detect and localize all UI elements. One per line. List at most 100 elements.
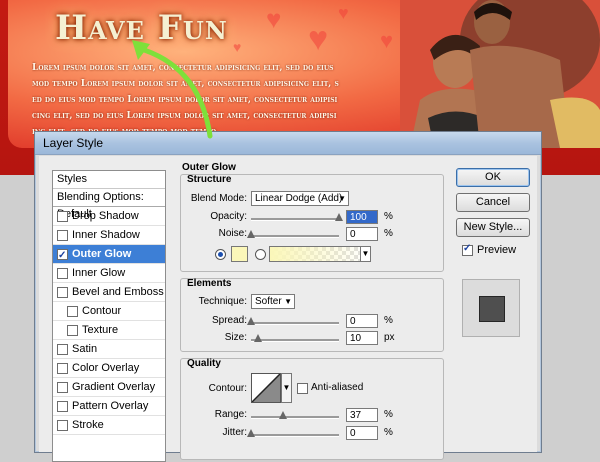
opacity-input[interactable]: 100 [346, 210, 378, 224]
heart-icon: ♥ [233, 39, 242, 55]
styles-list: Styles Blending Options: Default Drop Sh… [52, 170, 166, 462]
cancel-button[interactable]: Cancel [456, 193, 530, 212]
opacity-label: Opacity: [210, 211, 247, 222]
noise-slider[interactable] [247, 230, 339, 238]
jitter-label: Jitter: [222, 427, 247, 438]
couple-photo [400, 0, 600, 148]
jitter-input[interactable]: 0 [346, 426, 378, 440]
preview-thumbnail [462, 279, 520, 337]
size-slider[interactable] [251, 334, 339, 342]
preview-toggle[interactable]: Preview [462, 243, 517, 256]
style-checkbox[interactable] [57, 343, 68, 355]
size-label: Size: [224, 332, 247, 343]
style-checkbox[interactable] [57, 381, 68, 393]
chevron-down-icon: ▼ [284, 297, 292, 306]
anti-aliased-checkbox[interactable] [297, 383, 308, 394]
style-checkbox[interactable] [57, 229, 68, 241]
heart-icon: ♥ [266, 4, 282, 34]
style-item-gradient-overlay[interactable]: Gradient Overlay [53, 378, 165, 397]
panel-heading: Outer Glow [182, 162, 236, 173]
style-item-texture[interactable]: Texture [53, 321, 165, 340]
structure-title: Structure [187, 174, 232, 185]
style-item-label: Texture [82, 324, 119, 336]
style-item-outer-glow[interactable]: Outer Glow [53, 245, 165, 265]
opacity-unit: % [384, 211, 393, 222]
style-checkbox[interactable] [67, 305, 78, 317]
blend-mode-select[interactable]: Linear Dodge (Add) ▼ [251, 191, 349, 206]
glow-color-swatch[interactable] [231, 246, 248, 262]
technique-select[interactable]: Softer ▼ [251, 294, 295, 309]
style-item-label: Stroke [72, 419, 104, 431]
range-slider[interactable] [251, 411, 339, 419]
noise-slider-thumb[interactable] [247, 230, 255, 238]
style-item-label: Color Overlay [72, 362, 140, 374]
jitter-unit: % [384, 427, 393, 438]
spread-input[interactable]: 0 [346, 314, 378, 328]
dialog-body: Styles Blending Options: Default Drop Sh… [39, 156, 537, 462]
style-item-label: Inner Shadow [72, 229, 140, 241]
style-checkbox[interactable] [57, 362, 68, 374]
range-input[interactable]: 37 [346, 408, 378, 422]
style-checkbox[interactable] [57, 286, 68, 298]
preview-checkbox[interactable] [462, 243, 473, 256]
annotation-arrow-icon [132, 40, 213, 139]
style-checkbox[interactable] [57, 267, 68, 279]
chevron-down-icon[interactable]: ▼ [360, 247, 370, 261]
style-item-label: Outer Glow [72, 248, 132, 260]
ok-button[interactable]: OK [456, 168, 530, 187]
solid-color-radio[interactable] [215, 249, 226, 260]
style-checkbox[interactable] [57, 400, 68, 412]
style-item-bevel-and-emboss[interactable]: Bevel and Emboss [53, 283, 165, 302]
style-item-label: Gradient Overlay [72, 381, 156, 393]
opacity-slider-thumb[interactable] [335, 213, 343, 221]
spread-unit: % [384, 315, 393, 326]
style-checkbox[interactable] [57, 247, 68, 265]
range-unit: % [384, 409, 393, 420]
anti-aliased-label: Anti-aliased [311, 382, 364, 393]
dialog-title: Layer Style [43, 136, 104, 150]
chevron-down-icon[interactable]: ▼ [281, 373, 292, 403]
style-item-label: Drop Shadow [72, 210, 139, 222]
noise-input[interactable]: 0 [346, 227, 378, 241]
blending-options-item[interactable]: Blending Options: Default [53, 189, 165, 220]
technique-label: Technique: [198, 296, 247, 307]
spread-slider[interactable] [247, 317, 339, 325]
style-item-label: Pattern Overlay [72, 400, 149, 412]
preview-swatch [479, 296, 505, 322]
style-item-label: Inner Glow [72, 267, 126, 279]
jitter-slider-thumb[interactable] [247, 429, 255, 437]
style-checkbox[interactable] [57, 419, 68, 431]
style-checkbox[interactable] [57, 210, 68, 222]
spread-slider-thumb[interactable] [247, 317, 255, 325]
jitter-slider[interactable] [247, 429, 339, 437]
styles-header[interactable]: Styles [53, 171, 165, 189]
style-item-contour[interactable]: Contour [53, 302, 165, 321]
gradient-picker[interactable]: ▼ [269, 246, 371, 262]
chevron-down-icon: ▼ [338, 194, 346, 203]
gradient-radio[interactable] [255, 249, 266, 260]
style-item-color-overlay[interactable]: Color Overlay [53, 359, 165, 378]
noise-unit: % [384, 228, 393, 239]
style-item-inner-glow[interactable]: Inner Glow [53, 264, 165, 283]
heart-icon: ♥ [338, 3, 349, 23]
range-slider-thumb[interactable] [279, 411, 287, 419]
contour-picker[interactable] [251, 373, 281, 403]
technique-value: Softer [255, 296, 282, 307]
blend-mode-label: Blend Mode: [190, 193, 247, 204]
structure-group: Structure Blend Mode: Linear Dodge (Add)… [180, 174, 444, 272]
style-checkbox[interactable] [67, 324, 78, 336]
style-item-stroke[interactable]: Stroke [53, 416, 165, 435]
style-item-label: Contour [82, 305, 122, 317]
style-item-satin[interactable]: Satin [53, 340, 165, 359]
style-item-pattern-overlay[interactable]: Pattern Overlay [53, 397, 165, 416]
opacity-slider[interactable] [251, 213, 343, 221]
noise-label: Noise: [218, 228, 247, 239]
style-item-label: Bevel and Emboss [72, 286, 164, 298]
size-slider-thumb[interactable] [254, 334, 262, 342]
preview-label: Preview [477, 244, 517, 256]
contour-label: Contour: [208, 383, 247, 394]
spread-label: Spread: [211, 315, 247, 326]
size-input[interactable]: 10 [346, 331, 378, 345]
new-style-button[interactable]: New Style... [456, 218, 530, 237]
style-item-inner-shadow[interactable]: Inner Shadow [53, 226, 165, 245]
